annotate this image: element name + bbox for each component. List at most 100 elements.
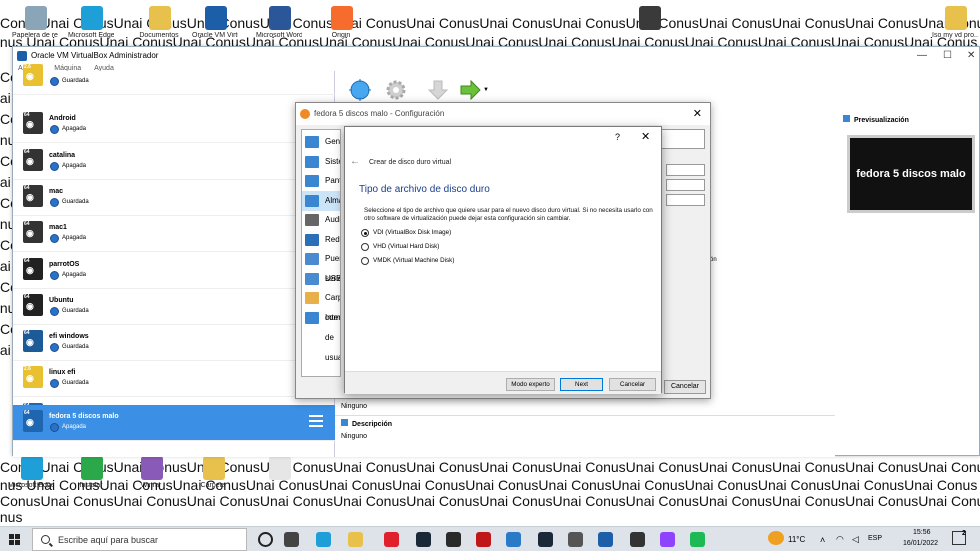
vm-menu-icon[interactable] <box>309 415 323 429</box>
config-select-2[interactable] <box>666 194 705 206</box>
vm-list-item[interactable]: 64 ◉ parrotOS Apagada <box>13 253 335 289</box>
wizard-heading: Tipo de archivo de disco duro <box>359 184 490 195</box>
config-field-1[interactable] <box>656 129 705 149</box>
config-cancel-button[interactable]: Cancelar <box>664 380 706 394</box>
watermark-line: ConusUnai ConusUnai ConusUnai ConusUnai … <box>0 493 980 509</box>
desktop-icon[interactable]: Carpeta <box>196 452 230 492</box>
vm-name: fedora 5 discos malo <box>49 413 119 420</box>
edge-icon <box>21 456 43 480</box>
help-icon[interactable]: ? <box>615 132 620 142</box>
radio-vhd-label: VHD (Virtual Hard Disk) <box>373 243 440 250</box>
discard-icon[interactable] <box>427 79 449 101</box>
desktop-icon[interactable]: Documentos <box>139 2 179 42</box>
vm-list-item[interactable]: 64 ◉ Android Apagada <box>13 107 335 144</box>
terminal-icon[interactable] <box>630 532 645 547</box>
maximize-icon[interactable]: ☐ <box>943 47 952 65</box>
new-vm-icon[interactable] <box>349 79 371 101</box>
desktop-icon[interactable]: Microsoft Word <box>256 2 302 42</box>
os-logo-icon: ◉ <box>26 264 34 275</box>
config-nav-item[interactable]: Pantalla <box>302 171 340 191</box>
close-icon[interactable]: ✕ <box>641 130 650 143</box>
radio-vhd-indicator[interactable] <box>361 243 369 251</box>
weather-temp[interactable]: 11°C <box>788 535 805 544</box>
os-badge-icon: 64◉ <box>23 293 43 316</box>
radio-vdi-indicator[interactable] <box>361 229 369 237</box>
desktop-icon-caption: Microsoft Edge <box>68 32 114 39</box>
close-icon[interactable]: ✕ <box>693 103 702 125</box>
spotify-icon[interactable] <box>690 532 705 547</box>
config-nav-icon <box>305 311 319 324</box>
taskbar-search[interactable]: Escribe aquí para buscar <box>32 528 247 551</box>
vm-list-item[interactable]: 64 ◉ mac Guardada <box>13 180 335 216</box>
config-nav-item[interactable]: Audio <box>302 210 340 230</box>
steam-icon[interactable] <box>538 532 553 547</box>
language-indicator[interactable]: ESP <box>868 535 882 542</box>
desktop-icon[interactable]: Iso my vd pro... <box>932 2 978 42</box>
cortana-icon[interactable] <box>258 532 273 547</box>
desktop-icon[interactable]: Instalar <box>74 452 108 492</box>
vm-list-item[interactable]: 64 ◉ fedora 5 discos malo Apagada <box>13 405 335 441</box>
config-nav-icon <box>305 272 319 285</box>
desktop-icon[interactable]: Origin <box>324 2 358 42</box>
radio-vmdk-indicator[interactable] <box>361 257 369 265</box>
opera-icon[interactable] <box>384 532 399 547</box>
desktop-icon[interactable] <box>632 2 666 42</box>
vm-list-item[interactable]: 64 ◉ catalina Apagada <box>13 144 335 180</box>
weather-icon[interactable] <box>768 531 784 545</box>
settings-gear-icon[interactable] <box>385 79 407 101</box>
task-view-icon[interactable] <box>284 532 299 547</box>
config-nav-item[interactable]: General <box>302 132 340 152</box>
wizard-description: Seleccione el tipo de archivo que quiere… <box>364 207 653 222</box>
vm-list-item[interactable]: 64 ◉ Ubuntu Guardada <box>13 289 335 325</box>
vm-list-item[interactable]: 64 ◉ mac1 Apagada <box>13 216 335 253</box>
epic-games-icon[interactable] <box>446 532 461 547</box>
config-nav-item[interactable]: Interfaz de usuario <box>302 308 340 362</box>
close-icon[interactable]: ✕ <box>967 47 975 65</box>
vm-list-item[interactable]: 2.6 ◉ Guardada <box>13 59 335 95</box>
os-badge-text: 2.6 <box>24 64 31 70</box>
steam-icon[interactable] <box>416 532 431 547</box>
clock-time[interactable]: 15:56 <box>913 529 931 536</box>
config-nav-item[interactable]: Carpetas compartidas <box>302 288 340 322</box>
os-badge-text: 64 <box>24 330 30 337</box>
config-select-1[interactable] <box>666 179 705 191</box>
desktop-icon[interactable]: Oracle VM VirtualBox <box>192 2 238 42</box>
config-nav-item[interactable]: Sistema <box>302 152 340 172</box>
desktop-icon[interactable]: Winrar <box>134 452 168 492</box>
config-nav-item[interactable]: Red <box>302 230 340 250</box>
vm-list-item[interactable]: 2.6 ◉ linux efi Guardada <box>13 361 335 398</box>
clock-date[interactable]: 16/01/2022 <box>903 540 938 547</box>
wifi-icon[interactable]: ◠ <box>836 534 844 545</box>
blank-icon <box>269 456 291 480</box>
config-nav-item[interactable]: Almacenamiento <box>302 190 340 211</box>
back-arrow-icon[interactable]: ← <box>350 156 360 167</box>
next-button[interactable]: Next <box>560 378 603 391</box>
desktop-icon[interactable]: Microsoft Edge <box>68 2 114 42</box>
expert-mode-button[interactable]: Modo experto <box>506 378 555 391</box>
desktop-icon[interactable]: Microsoft Edge <box>8 452 54 492</box>
explorer-icon[interactable] <box>348 532 363 547</box>
volume-icon[interactable]: ◁ <box>852 534 859 545</box>
start-arrow-icon[interactable] <box>459 79 481 101</box>
messenger-icon[interactable] <box>660 532 675 547</box>
config-field-2[interactable] <box>666 164 705 176</box>
virtualbox-icon[interactable] <box>598 532 613 547</box>
minimize-icon[interactable]: — <box>917 47 927 65</box>
config-nav-item[interactable]: Puertos serie <box>302 249 340 283</box>
vscode-icon[interactable] <box>506 532 521 547</box>
config-nav-item[interactable]: USB <box>302 269 340 289</box>
chevron-up-icon[interactable]: ˄ <box>820 535 825 545</box>
chevron-down-icon[interactable]: ▼ <box>483 87 489 93</box>
edge-icon[interactable] <box>316 532 331 547</box>
os-badge-icon: 64◉ <box>23 330 43 353</box>
vm-list-item[interactable]: 64 ◉ efi windows Guardada <box>13 325 335 362</box>
cancel-button[interactable]: Cancelar <box>609 378 656 391</box>
redshell-icon[interactable] <box>476 532 491 547</box>
config-nav-label: Interfaz de usuario <box>325 312 341 362</box>
app-icon[interactable] <box>568 532 583 547</box>
desktop-icon[interactable] <box>262 452 296 492</box>
windows-start-icon[interactable] <box>9 534 21 546</box>
os-badge-text: 2.6 <box>24 366 31 373</box>
edge-icon <box>81 6 103 30</box>
desktop-icon[interactable]: Papelera de reciclaje <box>12 2 58 42</box>
